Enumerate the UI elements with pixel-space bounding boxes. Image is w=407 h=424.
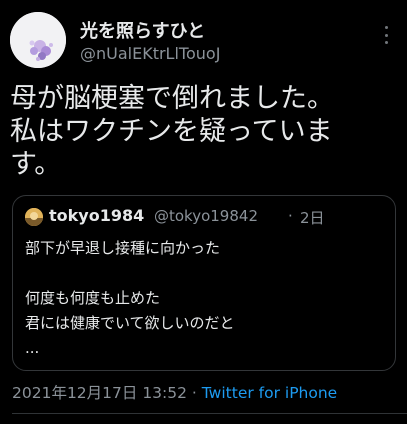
author-handle[interactable]: @nUalEKtrLlTouoJ xyxy=(80,44,220,63)
more-dot xyxy=(384,33,388,37)
quote-text-line xyxy=(25,261,385,286)
quote-text: 部下が早退し接種に向かった 何度も何度も止めた 君には健康でいて欲しいのだと .… xyxy=(25,236,385,361)
quote-tweet-card[interactable]: tokyo1984 @tokyo19842 · 2日 部下が早退し接種に向かった… xyxy=(12,195,396,371)
more-vertical-icon[interactable] xyxy=(378,24,394,46)
tweet-text-line: 私はワクチンを疑っていま xyxy=(10,116,333,147)
divider xyxy=(12,413,407,414)
quote-text-line: 君には健康でいて欲しいのだと xyxy=(25,314,235,332)
tweet-text-line: す。 xyxy=(10,149,62,180)
quote-author-handle: @tokyo19842 xyxy=(154,207,258,225)
tweet-meta: 2021年12月17日 13:52 · Twitter for iPhone xyxy=(12,381,337,403)
quote-separator: · xyxy=(288,207,293,225)
meta-separator: · xyxy=(187,384,202,402)
quote-text-line: ... xyxy=(25,339,40,357)
quote-author-avatar xyxy=(25,208,43,226)
tweet-text-line: 母が脳梗塞で倒れました。 xyxy=(10,83,334,114)
quote-text-line: 何度も何度も止めた xyxy=(25,289,161,307)
more-dot xyxy=(384,26,388,29)
tweet-timestamp[interactable]: 2021年12月17日 13:52 xyxy=(12,384,187,402)
author-avatar[interactable] xyxy=(10,12,66,68)
tweet-source-link[interactable]: Twitter for iPhone xyxy=(202,384,337,402)
tweet-text: 母が脳梗塞で倒れました。 私はワクチンを疑っていま す。 xyxy=(10,82,400,181)
quote-text-line: 部下が早退し接種に向かった xyxy=(25,239,221,257)
quote-author-name: tokyo1984 xyxy=(49,206,145,225)
quote-timestamp: 2日 xyxy=(300,209,325,227)
author-display-name[interactable]: 光を照らすひと xyxy=(80,17,205,43)
more-dot xyxy=(384,41,388,44)
tweet: 光を照らすひと @nUalEKtrLlTouoJ 母が脳梗塞で倒れました。 私は… xyxy=(0,0,407,424)
